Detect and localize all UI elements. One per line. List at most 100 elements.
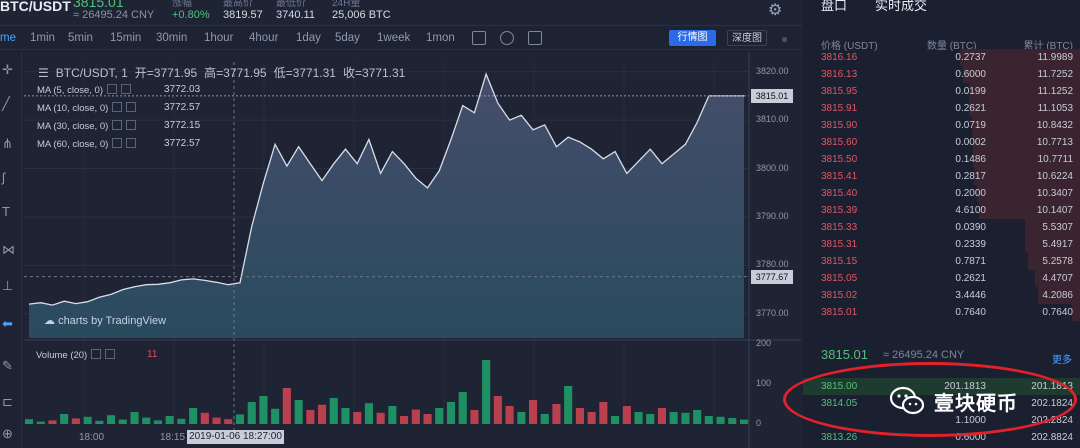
ask-row[interactable]: 3815.15 0.7871 5.2578 [803,253,1080,270]
ask-row[interactable]: 3815.40 0.2000 10.3407 [803,185,1080,202]
more-link[interactable]: 更多 [1052,351,1072,366]
volume-bar [118,419,127,424]
volume-bar [48,420,57,424]
back-arrow-icon[interactable]: ⬅ [2,316,13,332]
ask-price: 3815.39 [821,205,858,216]
time-tick: 18:15 [160,432,186,443]
volume-bar [60,414,69,424]
ask-row[interactable]: 3815.50 0.1486 10.7711 [803,151,1080,168]
timeframe-4hour[interactable]: 4hour [249,32,278,44]
watermark: 壹块硬币 [888,378,1018,424]
timeframe-1day[interactable]: 1day [296,32,321,44]
ask-cum: 11.1252 [1037,86,1073,97]
text-tool-icon[interactable]: T [2,204,10,219]
ask-row[interactable]: 3815.90 0.0719 10.8432 [803,117,1080,134]
pitchfork-icon[interactable]: ⋔ [2,136,13,152]
close-icon[interactable] [126,138,137,148]
chart-type-button[interactable]: me [0,32,16,44]
volume-bar [552,404,561,424]
ask-row[interactable]: 3815.33 0.0390 5.5307 [803,219,1080,236]
timeframe-5day[interactable]: 5day [335,32,360,44]
depth-view-button[interactable]: 深度图 [727,30,767,46]
volume-bar [341,408,350,424]
ask-cum: 10.8432 [1036,120,1073,131]
ask-row[interactable]: 3815.31 0.2339 5.4917 [803,236,1080,253]
volume-bar [142,417,151,424]
kline-view-button[interactable]: 行情图 [669,30,716,46]
volume-bar [200,412,209,424]
ask-price: 3815.40 [821,188,858,199]
volume-bar [493,396,502,424]
ask-cum: 4.2086 [1042,290,1073,301]
timeframe-30min[interactable]: 30min [156,32,187,44]
ask-row[interactable]: 3815.39 4.6100 10.1407 [803,202,1080,219]
ask-row[interactable]: 3815.91 0.2621 11.1053 [803,100,1080,117]
volume-bar [294,400,303,424]
chart-settings-icon[interactable] [500,31,514,45]
timeframe-1mon[interactable]: 1mon [426,32,455,44]
ma-legend-60: MA (60, close, 0) [37,138,137,150]
trend-line-icon[interactable]: ╱ [2,96,10,112]
crosshair-icon[interactable]: ✛ [2,62,13,78]
ask-row[interactable]: 3815.02 3.4446 4.2086 [803,287,1080,304]
ask-row[interactable]: 3816.16 0.2737 11.9989 [803,49,1080,66]
ask-price: 3815.50 [821,154,858,165]
ask-qty: 3.4446 [955,290,986,301]
price-chart[interactable]: ☰ BTC/USDT, 1 开=3771.95 高=3771.95 低=3771.31 收… [24,52,801,448]
ask-row[interactable]: 3816.13 0.6000 11.7252 [803,66,1080,83]
eye-icon[interactable] [112,120,123,130]
ask-price: 3815.05 [821,273,858,284]
ask-qty: 0.2621 [955,273,986,284]
last-price-cny: ≈ 26495.24 CNY [73,9,155,21]
stat-label-volume: 24H量 [332,0,361,9]
magnet-icon[interactable]: ⊏ [2,394,13,410]
close-icon[interactable] [126,120,137,130]
ask-cum: 10.1407 [1036,205,1073,216]
ask-qty: 0.2000 [955,188,986,199]
ask-row[interactable]: 3815.41 0.2817 10.6224 [803,168,1080,185]
tab-trades[interactable]: 实时成交 [875,0,927,14]
ohlc-low: 低=3771.31 [273,66,336,80]
ask-row[interactable]: 3815.60 0.0002 10.7713 [803,134,1080,151]
volume-bar [505,406,514,424]
volume-bar [329,398,338,424]
stat-value-change: +0.80% [172,9,210,21]
volume-bar [388,406,397,424]
zoom-icon[interactable]: ⊕ [2,426,13,442]
volume-bar [107,415,116,424]
close-icon[interactable] [121,84,131,94]
ask-row[interactable]: 3815.01 0.7640 0.7640 [803,304,1080,321]
close-icon[interactable] [126,102,137,112]
tab-orderbook[interactable]: 盘口 [821,0,847,14]
timeframe-1min[interactable]: 1min [30,32,55,44]
ask-row[interactable]: 3815.05 0.2621 4.4707 [803,270,1080,287]
indicator-icon[interactable] [472,31,486,45]
volume-tick: 200 [756,338,772,348]
volume-bar [529,400,538,424]
fullscreen-icon[interactable] [528,31,542,45]
eye-icon[interactable] [112,138,123,148]
volume-bar [235,414,244,424]
eye-icon[interactable] [107,84,117,94]
price-tick: 3820.00 [756,65,789,76]
eye-icon[interactable] [112,102,123,112]
ask-row[interactable]: 3815.95 0.0199 11.1252 [803,83,1080,100]
pattern-icon[interactable]: ⋈ [2,242,15,258]
eye-icon[interactable] [91,349,102,359]
close-icon[interactable] [105,349,116,359]
timeframe-5min[interactable]: 5min [68,32,93,44]
menu-icon[interactable]: ☰ [38,66,49,80]
tradingview-logo[interactable]: ☁ charts by TradingView [44,314,166,327]
timeframe-1week[interactable]: 1week [377,32,410,44]
settings-icon[interactable]: ⚙ [768,0,782,20]
volume-bar [25,419,34,424]
timeframe-15min[interactable]: 15min [110,32,141,44]
volume-bar [177,418,186,424]
measure-icon[interactable]: ⊥ [2,278,13,294]
timeframe-1hour[interactable]: 1hour [204,32,233,44]
brush-icon[interactable]: ʃ [2,170,5,185]
ask-cum: 5.5307 [1042,222,1073,233]
ruler-icon[interactable]: ✎ [2,358,13,374]
price-tick: 3800.00 [756,162,789,173]
volume-bar [482,360,491,424]
